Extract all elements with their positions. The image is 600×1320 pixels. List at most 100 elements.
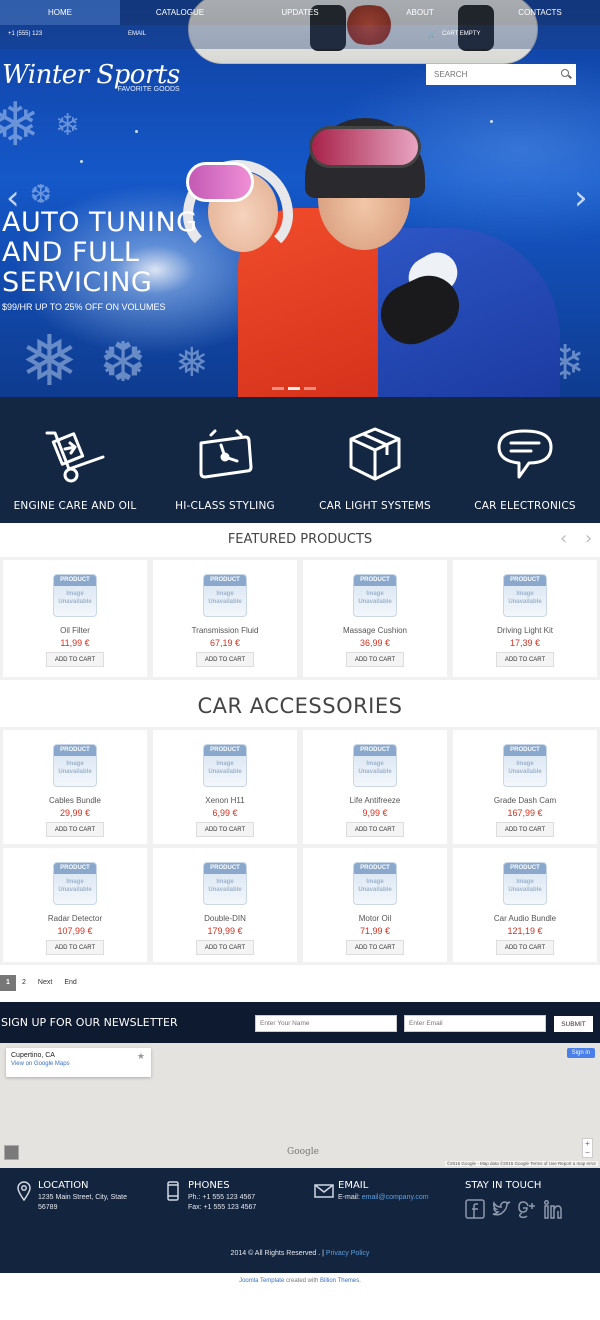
- add-to-cart-button[interactable]: ADD TO CART: [495, 822, 555, 837]
- feature-engine-care[interactable]: ENGINE CARE AND OIL: [0, 397, 150, 523]
- product-card[interactable]: PRODUCT Image Unavailable Life Antifreeze …: [303, 730, 447, 844]
- product-card[interactable]: PRODUCT Image Unavailable Motor Oil 71,99 …: [303, 848, 447, 962]
- newsletter-submit-button[interactable]: SUBMIT: [554, 1016, 593, 1032]
- product-card[interactable]: PRODUCT Image Unavailable Radar Detector 1…: [3, 848, 147, 962]
- product-name[interactable]: Double-DIN: [153, 914, 297, 923]
- joomla-template-link[interactable]: Joomla Template: [239, 1278, 284, 1284]
- search-input[interactable]: [426, 64, 556, 85]
- product-image-placeholder[interactable]: PRODUCT Image Unavailable: [203, 744, 247, 787]
- view-on-google-maps-link[interactable]: View on Google Maps: [11, 1061, 146, 1067]
- add-to-cart-button[interactable]: ADD TO CART: [195, 940, 255, 955]
- product-card[interactable]: PRODUCT Image Unavailable Oil Filter 11,99…: [3, 560, 147, 677]
- nav-contacts[interactable]: CONTACTS: [480, 0, 600, 25]
- product-card[interactable]: PRODUCT Image Unavailable Double-DIN 179,9…: [153, 848, 297, 962]
- product-image-placeholder[interactable]: PRODUCT Image Unavailable: [503, 574, 547, 617]
- product-card[interactable]: PRODUCT Image Unavailable Xenon H11 6,99 €…: [153, 730, 297, 844]
- add-to-cart-button[interactable]: ADD TO CART: [495, 940, 555, 955]
- add-to-cart-button[interactable]: ADD TO CART: [195, 822, 255, 837]
- product-name[interactable]: Motor Oil: [303, 914, 447, 923]
- slider-next-arrow[interactable]: ›: [574, 178, 588, 218]
- product-image-placeholder[interactable]: PRODUCT Image Unavailable: [503, 862, 547, 905]
- product-name[interactable]: Driving Light Kit: [453, 626, 597, 635]
- product-card[interactable]: PRODUCT Image Unavailable Cables Bundle 29…: [3, 730, 147, 844]
- carousel-next-arrow[interactable]: ›: [585, 528, 592, 549]
- newsletter-name-input[interactable]: [255, 1015, 397, 1032]
- hero-slider: ❄ ❄ ❅ ❆ ❅ ❄ ❆ HOME CATALOGUE UPDATES ABO…: [0, 0, 600, 397]
- email-text[interactable]: EMAIL: [128, 31, 146, 37]
- map-credits[interactable]: ©2015 Google - Map data ©2015 Google Ter…: [444, 1161, 598, 1166]
- linkedin-icon[interactable]: [543, 1199, 563, 1219]
- feature-styling[interactable]: HI-CLASS STYLING: [150, 397, 300, 523]
- product-image-placeholder[interactable]: PRODUCT Image Unavailable: [53, 574, 97, 617]
- street-view-pegman-icon[interactable]: [4, 1145, 19, 1160]
- add-to-cart-button[interactable]: ADD TO CART: [345, 940, 405, 955]
- product-name[interactable]: Life Antifreeze: [303, 796, 447, 805]
- add-to-cart-button[interactable]: ADD TO CART: [45, 652, 105, 667]
- product-name[interactable]: Car Audio Bundle: [453, 914, 597, 923]
- product-name[interactable]: Xenon H11: [153, 796, 297, 805]
- slider-dot[interactable]: [304, 387, 316, 390]
- product-name[interactable]: Radar Detector: [3, 914, 147, 923]
- carousel-prev-arrow[interactable]: ‹: [560, 528, 567, 549]
- cart-icon[interactable]: 🛒: [428, 31, 435, 38]
- product-price: 71,99 €: [359, 926, 391, 936]
- nav-updates[interactable]: UPDATES: [240, 0, 360, 25]
- add-to-cart-button[interactable]: ADD TO CART: [45, 822, 105, 837]
- twitter-icon[interactable]: [491, 1199, 511, 1219]
- location-pin-icon: [17, 1181, 31, 1201]
- add-to-cart-button[interactable]: ADD TO CART: [345, 822, 405, 837]
- product-image-placeholder[interactable]: PRODUCT Image Unavailable: [503, 744, 547, 787]
- product-image-placeholder[interactable]: PRODUCT Image Unavailable: [203, 574, 247, 617]
- add-to-cart-button[interactable]: ADD TO CART: [195, 652, 255, 667]
- add-to-cart-button[interactable]: ADD TO CART: [495, 652, 555, 667]
- product-card[interactable]: PRODUCT Image Unavailable Grade Dash Cam 1…: [453, 730, 597, 844]
- product-image-placeholder[interactable]: PRODUCT Image Unavailable: [53, 744, 97, 787]
- footer-email-link[interactable]: email@company.com: [362, 1194, 429, 1201]
- add-to-cart-button[interactable]: ADD TO CART: [45, 940, 105, 955]
- product-card[interactable]: PRODUCT Image Unavailable Massage Cushion …: [303, 560, 447, 677]
- product-card[interactable]: PRODUCT Image Unavailable Transmission Flu…: [153, 560, 297, 677]
- nav-about[interactable]: ABOUT: [360, 0, 480, 25]
- google-map[interactable]: Cupertino, CA View on Google Maps ★ Sign…: [0, 1043, 600, 1168]
- feature-light-systems[interactable]: CAR LIGHT SYSTEMS: [300, 397, 450, 523]
- product-name[interactable]: Grade Dash Cam: [453, 796, 597, 805]
- product-image-placeholder[interactable]: PRODUCT Image Unavailable: [353, 862, 397, 905]
- billion-themes-link[interactable]: Billion Themes: [320, 1278, 359, 1284]
- site-logo[interactable]: Winter Sports FAVORITE GOODS: [2, 60, 180, 93]
- page-end[interactable]: End: [58, 975, 82, 991]
- slider-dot[interactable]: [288, 387, 300, 390]
- product-card[interactable]: PRODUCT Image Unavailable Driving Light Ki…: [453, 560, 597, 677]
- product-price: 6,99 €: [212, 808, 238, 818]
- google-plus-icon[interactable]: [517, 1199, 537, 1219]
- product-name[interactable]: Massage Cushion: [303, 626, 447, 635]
- map-zoom-control[interactable]: + −: [582, 1138, 593, 1158]
- hero-title-line: SERVICING: [2, 267, 153, 298]
- privacy-policy-link[interactable]: Privacy Policy: [326, 1250, 370, 1257]
- nav-home[interactable]: HOME: [0, 0, 120, 25]
- product-image-placeholder[interactable]: PRODUCT Image Unavailable: [353, 574, 397, 617]
- newsletter-bar: SIGN UP FOR OUR NEWSLETTER SUBMIT: [0, 1002, 600, 1043]
- product-name[interactable]: Transmission Fluid: [153, 626, 297, 635]
- snowflake-icon: ❅: [175, 340, 209, 386]
- product-image-placeholder[interactable]: PRODUCT Image Unavailable: [353, 744, 397, 787]
- product-name[interactable]: Oil Filter: [3, 626, 147, 635]
- page-link-2[interactable]: 2: [16, 975, 32, 991]
- slider-dot[interactable]: [272, 387, 284, 390]
- feature-electronics[interactable]: CAR ELECTRONICS: [450, 397, 600, 523]
- nav-catalogue[interactable]: CATALOGUE: [120, 0, 240, 25]
- main-nav: HOME CATALOGUE UPDATES ABOUT CONTACTS: [0, 0, 600, 25]
- product-name[interactable]: Cables Bundle: [3, 796, 147, 805]
- product-price: 121,19 €: [507, 926, 543, 936]
- search-icon[interactable]: [556, 64, 576, 85]
- footer-email: EMAIL E-mail: email@company.com: [338, 1180, 429, 1201]
- page-next[interactable]: Next: [32, 975, 58, 991]
- star-icon[interactable]: ★: [137, 1052, 145, 1062]
- newsletter-email-input[interactable]: [404, 1015, 546, 1032]
- product-image-placeholder[interactable]: PRODUCT Image Unavailable: [53, 862, 97, 905]
- product-card[interactable]: PRODUCT Image Unavailable Car Audio Bundle…: [453, 848, 597, 962]
- add-to-cart-button[interactable]: ADD TO CART: [345, 652, 405, 667]
- product-image-placeholder[interactable]: PRODUCT Image Unavailable: [203, 862, 247, 905]
- facebook-icon[interactable]: [465, 1199, 485, 1219]
- cart-status[interactable]: CART EMPTY: [442, 31, 480, 37]
- map-sign-in-button[interactable]: Sign in: [566, 1048, 595, 1058]
